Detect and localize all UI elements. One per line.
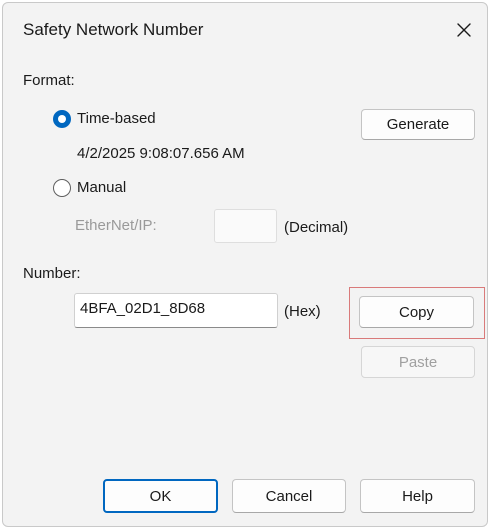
close-icon (457, 23, 471, 37)
help-button[interactable]: Help (360, 479, 475, 513)
title-bar: Safety Network Number (3, 3, 487, 55)
copy-button[interactable]: Copy (359, 296, 474, 328)
close-button[interactable] (447, 13, 481, 47)
manual-radio[interactable] (53, 179, 71, 197)
time-based-label[interactable]: Time-based (77, 110, 156, 127)
dialog-title: Safety Network Number (23, 20, 204, 39)
number-label: Number: (23, 265, 81, 282)
time-based-radio[interactable] (53, 110, 71, 128)
cancel-button[interactable]: Cancel (232, 479, 346, 513)
number-field[interactable]: 4BFA_02D1_8D68 (74, 293, 278, 328)
ethernet-ip-label: EtherNet/IP: (75, 217, 157, 234)
generated-timestamp: 4/2/2025 9:08:07.656 AM (77, 145, 245, 162)
ok-button[interactable]: OK (103, 479, 218, 513)
safety-network-number-dialog: Safety Network Number Format: Time-based… (2, 2, 488, 527)
paste-button[interactable]: Paste (361, 346, 475, 378)
manual-label[interactable]: Manual (77, 179, 126, 196)
generate-button[interactable]: Generate (361, 109, 475, 140)
decimal-label: (Decimal) (284, 219, 349, 236)
hex-label: (Hex) (284, 303, 321, 320)
ethernet-ip-input[interactable] (214, 209, 277, 243)
format-label: Format: (23, 72, 75, 89)
